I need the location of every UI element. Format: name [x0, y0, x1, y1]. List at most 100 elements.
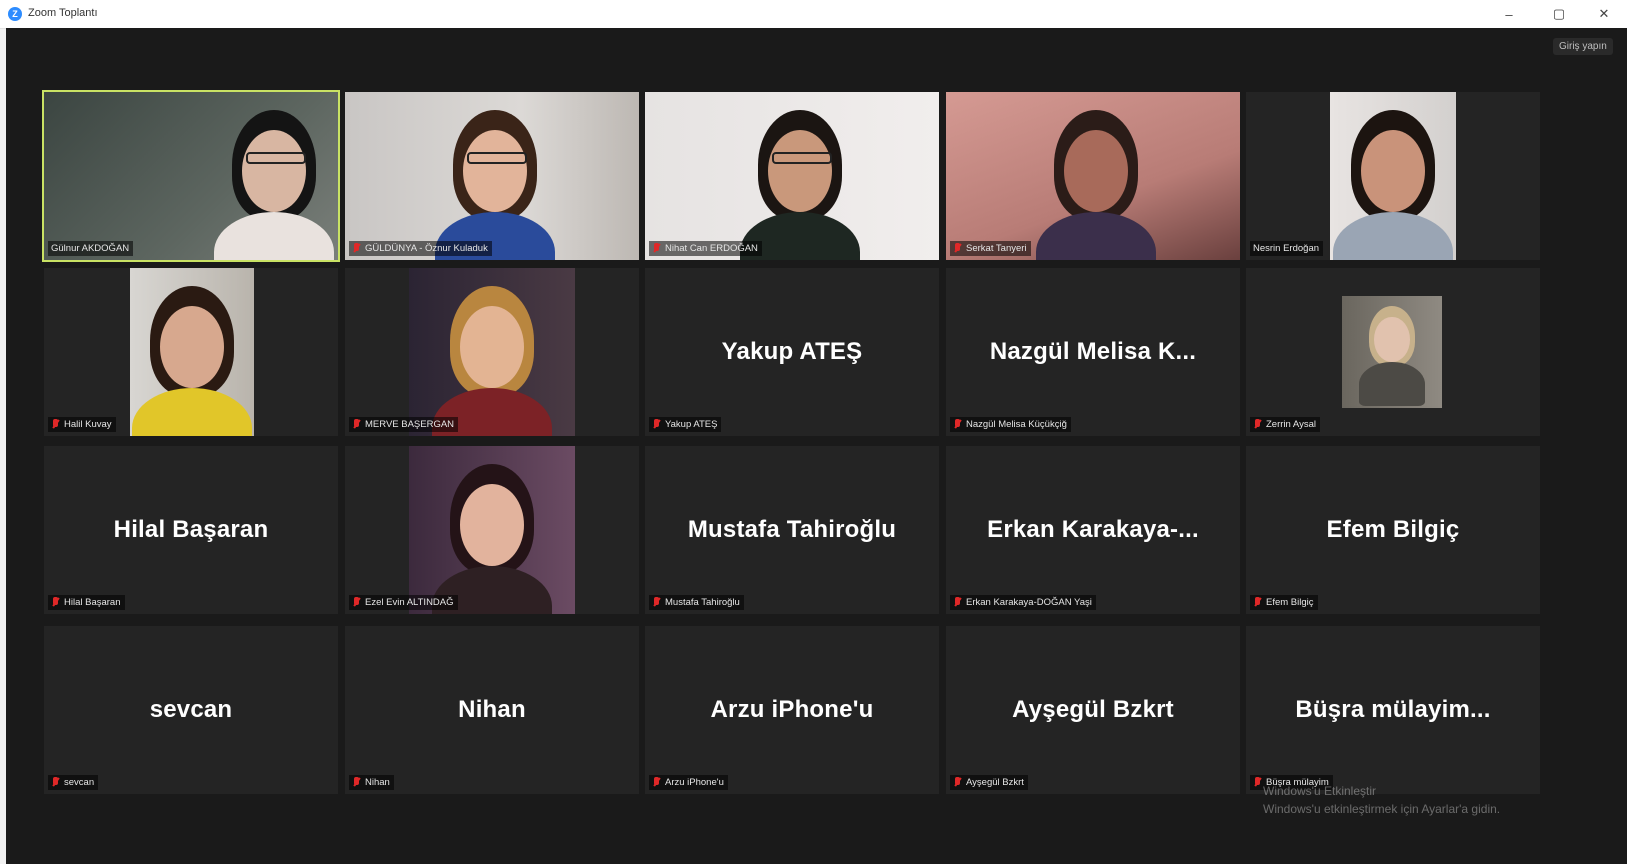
- title-bar: Z Zoom Toplantı – ▢ ✕: [0, 0, 1627, 29]
- muted-mic-icon: [1253, 419, 1262, 430]
- participant-name-label: Mustafa Tahiroğlu: [649, 595, 744, 610]
- participant-tile[interactable]: Büşra mülayim... Büşra mülayim: [1246, 626, 1540, 794]
- muted-mic-icon: [652, 777, 661, 788]
- muted-mic-icon: [652, 419, 661, 430]
- participant-video: [130, 268, 254, 436]
- participant-name: Arzu iPhone'u: [665, 777, 724, 788]
- participant-display-name: Nazgül Melisa K...: [989, 338, 1197, 365]
- windows-activation-watermark: Windows'u Etkinleştir Windows'u etkinleş…: [1263, 782, 1500, 818]
- participant-name-label: MERVE BAŞERGAN: [349, 417, 459, 432]
- muted-mic-icon: [953, 597, 962, 608]
- muted-mic-icon: [51, 597, 60, 608]
- participant-video: [409, 446, 575, 614]
- participant-display-name: Büşra mülayim...: [1295, 696, 1491, 723]
- participant-tile[interactable]: Erkan Karakaya-... Erkan Karakaya-DOĞAN Y…: [946, 446, 1240, 614]
- participant-tile[interactable]: GÜLDÜNYA - Öznur Kuladuk: [345, 92, 639, 260]
- participant-video: [409, 268, 575, 436]
- participant-name-label: Nazgül Melisa Küçükçiğ: [950, 417, 1071, 432]
- participant-video: [345, 92, 639, 260]
- participant-name-label: GÜLDÜNYA - Öznur Kuladuk: [349, 241, 492, 256]
- participant-display-name: sevcan: [149, 696, 233, 723]
- participant-name-label: Nihat Can ERDOĞAN: [649, 241, 762, 256]
- participant-name: Erkan Karakaya-DOĞAN Yaşi: [966, 597, 1092, 608]
- participant-name: Nesrin Erdoğan: [1253, 243, 1320, 254]
- muted-mic-icon: [953, 243, 962, 254]
- watermark-line1: Windows'u Etkinleştir: [1263, 784, 1376, 798]
- participant-name: Hilal Başaran: [64, 597, 121, 608]
- participant-name: MERVE BAŞERGAN: [365, 419, 455, 430]
- participant-display-name: Mustafa Tahiroğlu: [687, 516, 897, 543]
- participant-name-label: Serkat Tanyeri: [950, 241, 1031, 256]
- participant-name-label: Ayşegül Bzkrt: [950, 775, 1028, 790]
- muted-mic-icon: [51, 419, 60, 430]
- muted-mic-icon: [352, 777, 361, 788]
- muted-mic-icon: [652, 597, 661, 608]
- participant-name-label: Arzu iPhone'u: [649, 775, 728, 790]
- participant-video: [946, 92, 1240, 260]
- participant-video: [645, 92, 939, 260]
- participant-name-label: Erkan Karakaya-DOĞAN Yaşi: [950, 595, 1096, 610]
- participant-tile[interactable]: Efem Bilgiç Efem Bilgiç: [1246, 446, 1540, 614]
- participant-tile[interactable]: Zerrin Aysal: [1246, 268, 1540, 436]
- muted-mic-icon: [352, 597, 361, 608]
- participant-tile[interactable]: Nihat Can ERDOĞAN: [645, 92, 939, 260]
- participant-tile[interactable]: Nihan Nihan: [345, 626, 639, 794]
- muted-mic-icon: [352, 419, 361, 430]
- participant-tile[interactable]: Ayşegül Bzkrt Ayşegül Bzkrt: [946, 626, 1240, 794]
- participant-display-name: Arzu iPhone'u: [710, 696, 874, 723]
- participant-tile[interactable]: Nazgül Melisa K... Nazgül Melisa Küçükçiğ: [946, 268, 1240, 436]
- participant-display-name: Erkan Karakaya-...: [987, 516, 1199, 543]
- muted-mic-icon: [352, 243, 361, 254]
- participant-name-label: Halil Kuvay: [48, 417, 116, 432]
- participant-tile[interactable]: Hilal Başaran Hilal Başaran: [44, 446, 338, 614]
- participant-tile[interactable]: sevcan sevcan: [44, 626, 338, 794]
- participant-video: [1342, 296, 1442, 408]
- participant-name-label: Ezel Evin ALTINDAĞ: [349, 595, 458, 610]
- participant-tile[interactable]: Gülnur AKDOĞAN: [42, 90, 340, 262]
- participant-display-name: Hilal Başaran: [113, 516, 269, 543]
- participant-name: Mustafa Tahiroğlu: [665, 597, 740, 608]
- participant-name-label: Efem Bilgiç: [1250, 595, 1318, 610]
- participant-name-label: Yakup ATEŞ: [649, 417, 722, 432]
- participant-name-label: Gülnur AKDOĞAN: [48, 241, 134, 256]
- participant-tile[interactable]: Ezel Evin ALTINDAĞ: [345, 446, 639, 614]
- participant-name: GÜLDÜNYA - Öznur Kuladuk: [365, 243, 488, 254]
- maximize-button[interactable]: ▢: [1545, 3, 1573, 25]
- participant-name: Nihan: [365, 777, 390, 788]
- participant-tile[interactable]: Mustafa Tahiroğlu Mustafa Tahiroğlu: [645, 446, 939, 614]
- participant-name: Zerrin Aysal: [1266, 419, 1316, 430]
- participant-name-label: sevcan: [48, 775, 99, 790]
- participant-tile[interactable]: MERVE BAŞERGAN: [345, 268, 639, 436]
- participant-name: Ayşegül Bzkrt: [966, 777, 1024, 788]
- minimize-button[interactable]: –: [1495, 3, 1523, 25]
- watermark-line2: Windows'u etkinleştirmek için Ayarlar'a …: [1263, 802, 1501, 816]
- participant-name: Efem Bilgiç: [1266, 597, 1314, 608]
- zoom-logo-icon: Z: [8, 7, 22, 21]
- participant-name-label: Zerrin Aysal: [1250, 417, 1320, 432]
- close-button[interactable]: ✕: [1590, 3, 1618, 25]
- muted-mic-icon: [1253, 777, 1262, 788]
- participant-tile[interactable]: Nesrin Erdoğan: [1246, 92, 1540, 260]
- signin-button[interactable]: Giriş yapın: [1553, 38, 1613, 55]
- participant-video: [1330, 92, 1456, 260]
- participant-name: Gülnur AKDOĞAN: [51, 243, 130, 254]
- participant-name: Ezel Evin ALTINDAĞ: [365, 597, 454, 608]
- participant-video: [44, 92, 338, 260]
- participant-display-name: Ayşegül Bzkrt: [1012, 696, 1174, 723]
- participant-name-label: Nesrin Erdoğan: [1250, 241, 1324, 256]
- participant-name: Halil Kuvay: [64, 419, 112, 430]
- participant-tile[interactable]: Arzu iPhone'u Arzu iPhone'u: [645, 626, 939, 794]
- muted-mic-icon: [1253, 597, 1262, 608]
- participant-name: Yakup ATEŞ: [665, 419, 718, 430]
- participant-name: sevcan: [64, 777, 95, 788]
- participant-display-name: Efem Bilgiç: [1326, 516, 1460, 543]
- muted-mic-icon: [51, 777, 60, 788]
- participant-name-label: Hilal Başaran: [48, 595, 125, 610]
- participant-name: Nazgül Melisa Küçükçiğ: [966, 419, 1067, 430]
- participant-tile[interactable]: Yakup ATEŞ Yakup ATEŞ: [645, 268, 939, 436]
- muted-mic-icon: [953, 777, 962, 788]
- muted-mic-icon: [652, 243, 661, 254]
- participant-display-name: Nihan: [458, 696, 526, 723]
- participant-tile[interactable]: Serkat Tanyeri: [946, 92, 1240, 260]
- participant-tile[interactable]: Halil Kuvay: [44, 268, 338, 436]
